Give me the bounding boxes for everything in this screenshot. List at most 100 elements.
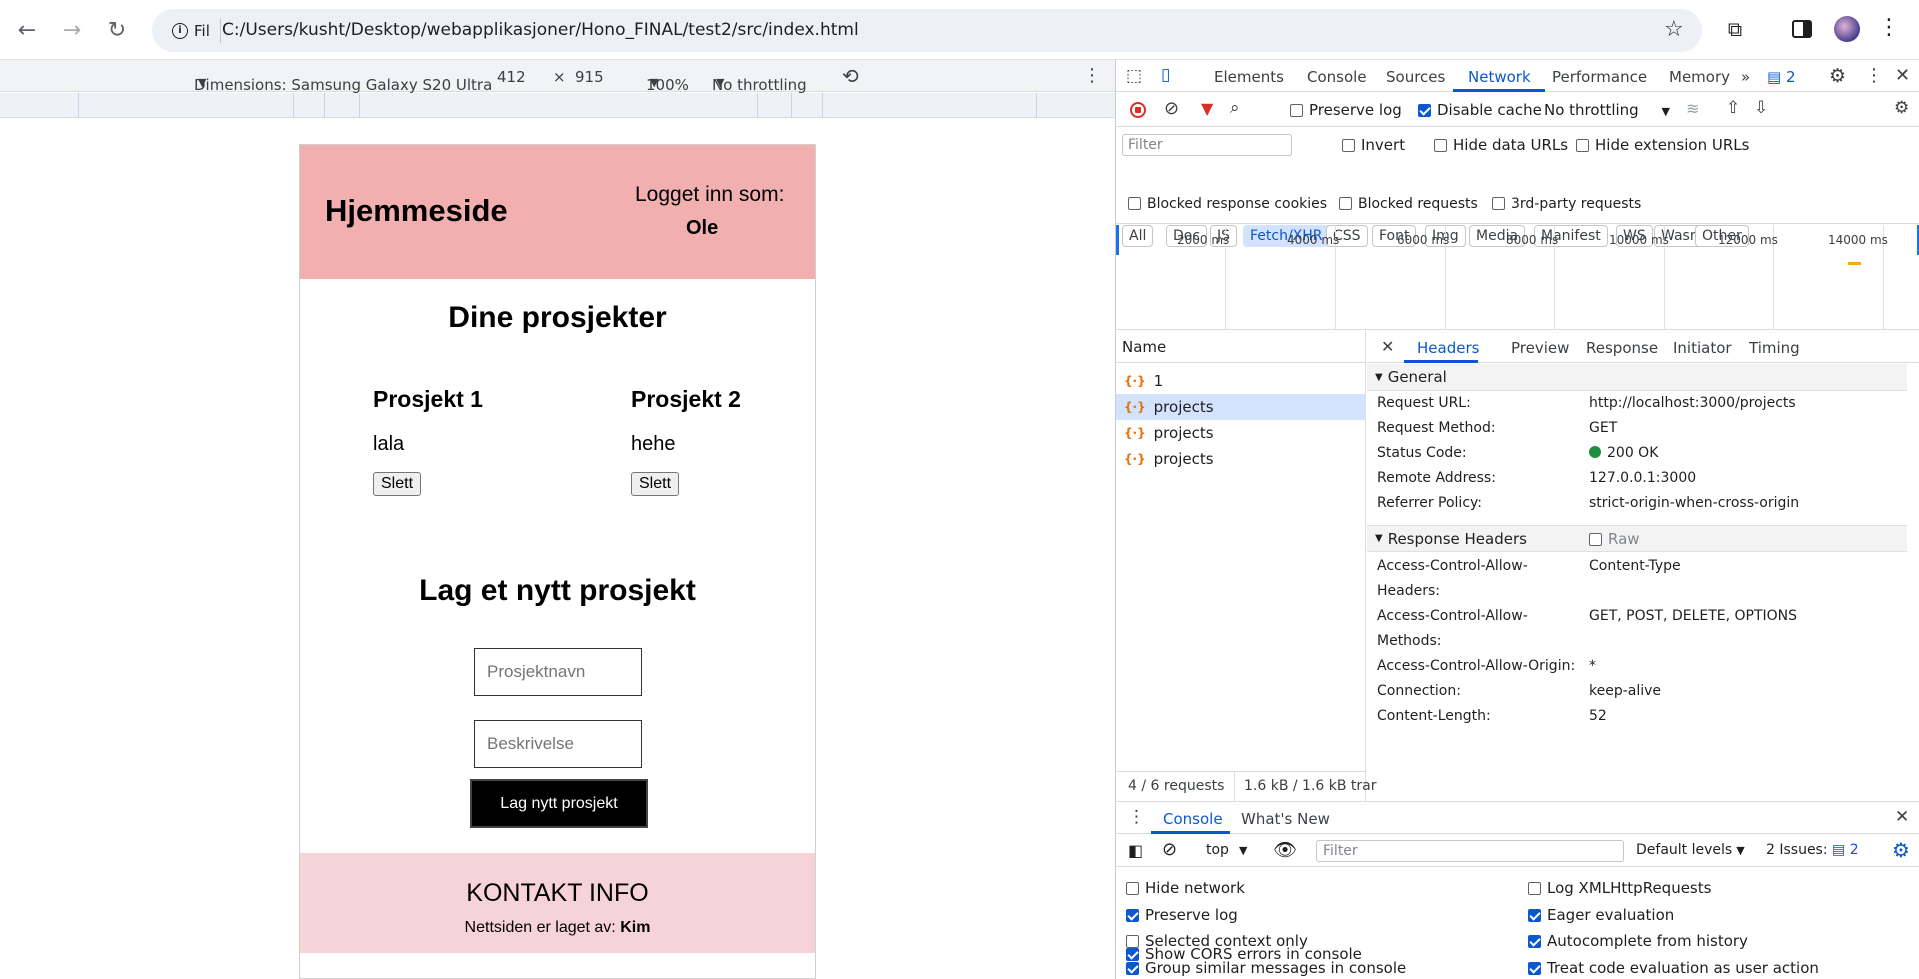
issues-badge[interactable]: ▤ 2 [1767, 68, 1796, 86]
transfer-summary: 1.6 kB / 1.6 kB trar [1244, 778, 1377, 794]
request-row[interactable]: {·} projects [1116, 446, 1366, 472]
close-detail-icon[interactable]: ✕ [1381, 337, 1394, 356]
raw-toggle[interactable]: Raw [1589, 530, 1640, 548]
tab-preview[interactable]: Preview [1511, 339, 1569, 357]
tab-network[interactable]: Network [1468, 68, 1531, 86]
media-query-ruler[interactable] [0, 93, 1115, 118]
clear-icon[interactable]: ⊘ [1164, 98, 1179, 119]
tab-console[interactable]: Console [1307, 68, 1367, 86]
header-key: Status Code: [1377, 445, 1467, 461]
forward-arrow-icon[interactable]: → [57, 15, 87, 45]
tab-whats-new[interactable]: What's New [1241, 810, 1330, 828]
header-key: Remote Address: [1377, 470, 1496, 486]
blocked-cookies-checkbox[interactable]: Blocked response cookies [1128, 196, 1327, 212]
general-section-header[interactable]: ▼ General [1367, 364, 1907, 391]
live-expression-eye-icon[interactable]: 👁 [1273, 838, 1297, 861]
devtools-menu-icon[interactable]: ⋮ [1865, 65, 1883, 86]
sidebar-toggle-icon[interactable]: ◧ [1128, 841, 1143, 860]
tab-timing[interactable]: Timing [1749, 339, 1800, 357]
device-more-icon[interactable]: ⋮ [1083, 65, 1101, 86]
address-bar[interactable]: i Fil C:/Users/kusht/Desktop/webapplikas… [152, 9, 1702, 52]
log-xhr-checkbox[interactable]: Log XMLHttpRequests [1528, 879, 1711, 897]
hide-extension-urls-checkbox[interactable]: Hide extension URLs [1576, 136, 1749, 154]
request-row[interactable]: {·} 1 [1116, 368, 1366, 394]
timeline-handle-left[interactable] [1116, 225, 1119, 255]
search-icon[interactable]: ⌕ [1230, 98, 1240, 118]
profile-avatar[interactable] [1834, 16, 1860, 42]
preserve-log-checkbox[interactable]: Preserve log [1290, 101, 1402, 119]
name-column-header[interactable]: Name [1116, 331, 1366, 363]
blocked-requests-checkbox[interactable]: Blocked requests [1339, 196, 1478, 212]
star-bookmark-icon[interactable]: ☆ [1664, 17, 1684, 42]
device-height-input[interactable]: 915 [575, 68, 604, 86]
console-preserve-log-checkbox[interactable]: Preserve log [1126, 906, 1238, 924]
extensions-icon[interactable]: ⧉ [1722, 16, 1748, 42]
tab-sources[interactable]: Sources [1386, 68, 1445, 86]
network-settings-icon[interactable]: ⚙ [1894, 98, 1909, 118]
request-row[interactable]: {·} projects [1116, 420, 1366, 446]
delete-project-button[interactable]: Slett [373, 472, 422, 496]
device-width-input[interactable]: 412 [497, 68, 526, 86]
side-panel-icon[interactable] [1792, 20, 1812, 38]
autocomplete-history-checkbox[interactable]: Autocomplete from history [1528, 932, 1748, 950]
tab-elements[interactable]: Elements [1214, 68, 1284, 86]
project-name-input[interactable]: Prosjektnavn [474, 648, 642, 696]
user-action-checkbox[interactable]: Treat code evaluation as user action [1528, 959, 1819, 977]
close-drawer-icon[interactable]: ✕ [1895, 807, 1909, 827]
tab-headers[interactable]: Headers [1417, 339, 1479, 357]
tab-performance[interactable]: Performance [1552, 68, 1647, 86]
network-conditions-icon[interactable]: ≋ [1686, 99, 1699, 118]
rotate-icon[interactable]: ⟲ [842, 64, 859, 88]
active-tab-underline [1453, 89, 1545, 92]
footer-title: KONTAKT INFO [466, 879, 649, 907]
cors-errors-checkbox[interactable]: Show CORS errors in console [1126, 945, 1362, 963]
device-toggle-icon[interactable]: ▯ [1161, 65, 1170, 85]
disable-cache-checkbox[interactable]: Disable cache [1418, 101, 1542, 119]
log-levels-select[interactable]: Default levels ▼ [1636, 842, 1745, 858]
xhr-icon: {·} [1124, 452, 1146, 466]
menu-kebab-icon[interactable]: ⋮ [1878, 15, 1900, 40]
tab-drawer-console[interactable]: Console [1163, 810, 1223, 828]
network-overview-timeline[interactable]: 2000 ms 4000 ms 6000 ms 8000 ms 10000 ms… [1116, 225, 1919, 330]
back-arrow-icon[interactable]: ← [12, 15, 42, 45]
create-project-button[interactable]: Lag nytt prosjekt [470, 779, 648, 828]
tab-response[interactable]: Response [1586, 339, 1658, 357]
remote-address-value: 127.0.0.1:3000 [1589, 470, 1697, 486]
referrer-policy-value: strict-origin-when-cross-origin [1589, 495, 1800, 511]
drawer-menu-icon[interactable]: ⋮ [1128, 807, 1145, 827]
record-stop-icon[interactable] [1130, 102, 1146, 118]
site-info-chip[interactable]: i Fil [162, 18, 221, 43]
tab-initiator[interactable]: Initiator [1673, 339, 1732, 357]
issues-link[interactable]: 2 Issues: ▤ 2 [1766, 842, 1859, 858]
request-row[interactable]: {·} projects [1116, 394, 1366, 420]
reload-icon[interactable]: ↻ [102, 15, 132, 45]
console-filter-input[interactable]: Filter [1316, 840, 1624, 862]
import-har-icon[interactable]: ⇧ [1726, 98, 1740, 118]
network-summary-bar: 4 / 6 requests 1.6 kB / 1.6 kB trar [1116, 771, 1377, 802]
delete-project-button[interactable]: Slett [631, 472, 680, 496]
context-select[interactable]: top ▼ [1206, 842, 1247, 858]
request-url-value: http://localhost:3000/projects [1589, 395, 1796, 411]
more-tabs-icon[interactable]: » [1741, 68, 1750, 86]
network-filter-input[interactable]: Filter [1122, 134, 1292, 156]
eager-evaluation-checkbox[interactable]: Eager evaluation [1528, 906, 1674, 924]
third-party-checkbox[interactable]: 3rd-party requests [1492, 196, 1641, 212]
console-settings-icon[interactable]: ⚙ [1892, 838, 1910, 862]
tab-memory[interactable]: Memory [1669, 68, 1730, 86]
response-headers-section-header[interactable]: ▼ Response Headers Raw [1367, 525, 1907, 552]
clear-console-icon[interactable]: ⊘ [1162, 839, 1177, 860]
export-har-icon[interactable]: ⇩ [1754, 98, 1768, 118]
filter-funnel-icon[interactable]: ▼ [1201, 99, 1213, 118]
header-key: Request URL: [1377, 395, 1471, 411]
inspect-element-icon[interactable]: ⬚ [1126, 66, 1142, 86]
invert-checkbox[interactable]: Invert [1342, 136, 1405, 154]
url-text[interactable]: C:/Users/kusht/Desktop/webapplikasjoner/… [222, 20, 859, 40]
network-throttling-select[interactable]: No throttling ▼ [1544, 101, 1670, 119]
close-devtools-icon[interactable]: ✕ [1895, 65, 1910, 86]
project-description-input[interactable]: Beskrivelse [474, 720, 642, 768]
hide-data-urls-checkbox[interactable]: Hide data URLs [1434, 136, 1568, 154]
xhr-icon: {·} [1124, 400, 1146, 414]
settings-gear-icon[interactable]: ⚙ [1829, 65, 1846, 87]
message-icon: ▤ [1767, 68, 1782, 86]
hide-network-checkbox[interactable]: Hide network [1126, 879, 1245, 897]
